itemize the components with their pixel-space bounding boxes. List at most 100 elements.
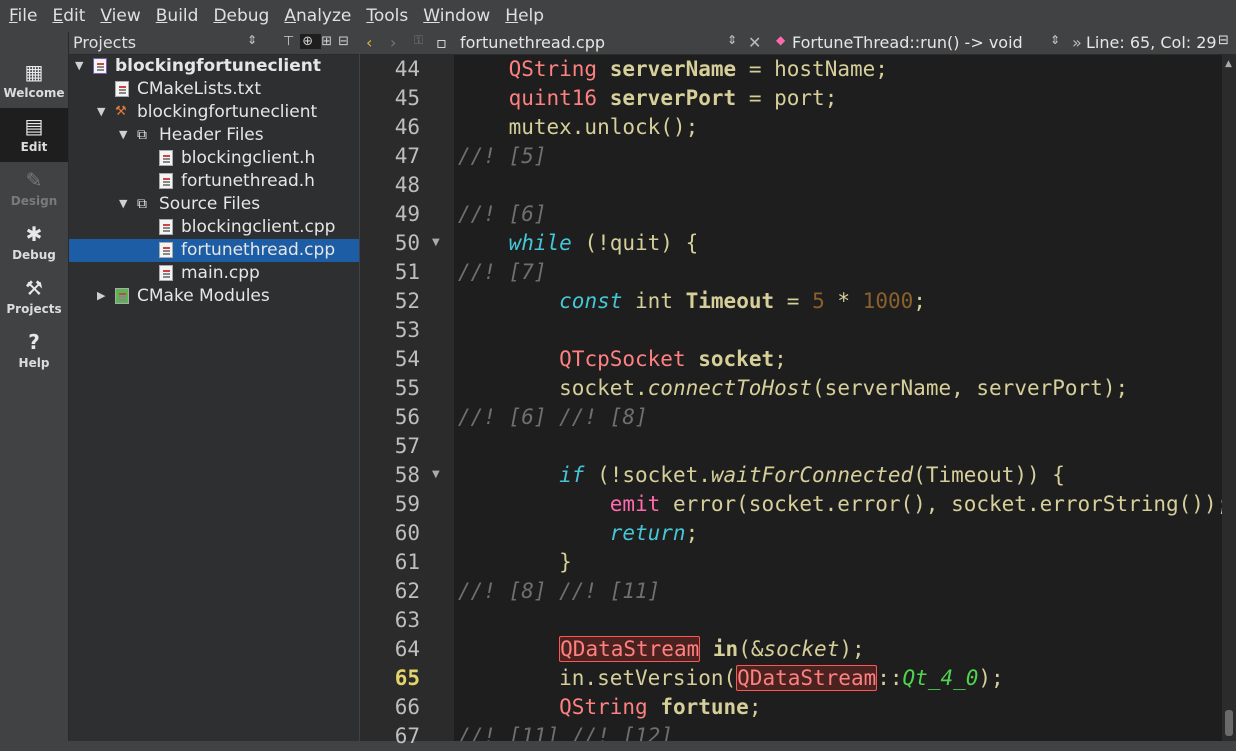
- project-tree: ▼ blockingfortuneclient CMakeLists.txt ▼ ⚒ bl…: [69, 55, 359, 741]
- mode-welcome[interactable]: ▦ Welcome: [0, 54, 68, 108]
- tree-item[interactable]: ▶ CMake Modules: [69, 285, 359, 308]
- menu-edit[interactable]: Edit: [52, 6, 85, 26]
- wrench-icon: ⚒: [25, 276, 43, 300]
- link-with-editor-icon[interactable]: ⊕: [300, 34, 322, 49]
- tree-item-label: blockingclient.h: [181, 148, 316, 168]
- menu-help[interactable]: Help: [505, 6, 544, 26]
- tree-item[interactable]: main.cpp: [69, 262, 359, 285]
- line-number: 49: [394, 202, 420, 226]
- line-number: 44: [394, 57, 420, 81]
- menu-view[interactable]: View: [100, 6, 140, 26]
- filter-icon[interactable]: ⊤: [283, 34, 300, 49]
- fold-marker-icon[interactable]: ▼: [432, 237, 440, 248]
- tree-item[interactable]: ▼ ⧉ Header Files: [69, 124, 359, 147]
- menu-build[interactable]: Build: [156, 6, 199, 26]
- mode-label: Welcome: [3, 86, 65, 100]
- tree-item[interactable]: blockingclient.cpp: [69, 216, 359, 239]
- code-line: return;: [609, 521, 699, 545]
- menu-bar: File Edit View Build Debug Analyze Tools Window…: [0, 0, 1236, 32]
- mode-help[interactable]: ? Help: [0, 324, 68, 378]
- mode-design[interactable]: ✎ Design: [0, 162, 68, 216]
- code-line: QTcpSocket socket;: [559, 347, 787, 371]
- line-number: 63: [394, 608, 420, 632]
- tree-item[interactable]: CMakeLists.txt: [69, 78, 359, 101]
- line-number: 62: [394, 579, 420, 603]
- cmake-file-icon: [115, 81, 129, 97]
- folder-icon: ⧉: [137, 127, 147, 143]
- code-line: //! [8] //! [11]: [458, 579, 661, 603]
- forward-icon[interactable]: ›: [390, 33, 396, 52]
- tree-item-label: fortunethread.h: [181, 171, 315, 191]
- projects-toolbar: ⊤ ⊕ ⊞⊟: [283, 34, 355, 49]
- code-line: QDataStream in(&socket);: [559, 636, 865, 662]
- mode-edit[interactable]: ▤ Edit: [0, 108, 68, 162]
- line-number: 64: [394, 637, 420, 661]
- split-icon[interactable]: ⊞: [321, 34, 338, 49]
- mode-debug[interactable]: ✱ Debug: [0, 216, 68, 270]
- line-number: 54: [394, 347, 420, 371]
- toolbar-separator-icon: »: [1072, 33, 1082, 52]
- code-line: //! [6] //! [8]: [458, 405, 648, 429]
- code-line: QString fortune;: [559, 695, 762, 719]
- line-number: 48: [394, 173, 420, 197]
- open-file-selector[interactable]: fortunethread.cpp: [460, 33, 605, 52]
- scroll-up-icon[interactable]: ▲: [1225, 59, 1232, 69]
- projects-pane-header: Projects ⇕ ⊤ ⊕ ⊞⊟: [69, 32, 359, 55]
- tree-item-label: blockingfortuneclient: [115, 56, 321, 76]
- tree-item[interactable]: ▼ blockingfortuneclient: [69, 55, 359, 78]
- tree-item[interactable]: ▼ ⧉ Source Files: [69, 193, 359, 216]
- code-editor[interactable]: QString serverName = hostName; quint16 s…: [454, 55, 1222, 741]
- menu-debug[interactable]: Debug: [213, 6, 269, 26]
- expanded-arrow-icon[interactable]: ▼: [75, 55, 87, 77]
- mode-label: Projects: [6, 302, 62, 316]
- code-line: //! [5]: [458, 144, 547, 168]
- code-line: const int Timeout = 5 * 1000;: [559, 289, 926, 313]
- hammer-icon: ⚒: [115, 104, 127, 119]
- tree-item[interactable]: blockingclient.h: [69, 147, 359, 170]
- close-pane-icon[interactable]: ⊟: [338, 34, 355, 49]
- cpp-file-icon: [159, 242, 173, 258]
- line-number: 51: [394, 260, 420, 284]
- edit-document-icon: ▤: [24, 114, 44, 138]
- symbol-dropdown-icon[interactable]: ⇕: [1050, 33, 1060, 47]
- tree-item[interactable]: fortunethread.h: [69, 170, 359, 193]
- bug-icon: ✱: [25, 222, 43, 246]
- code-line: socket.connectToHost(serverName, serverP…: [458, 376, 1129, 400]
- code-line: }: [458, 550, 572, 574]
- cmake-project-icon: [93, 58, 107, 74]
- back-icon[interactable]: ‹: [366, 33, 372, 52]
- menu-analyze[interactable]: Analyze: [284, 6, 351, 26]
- file-type-icon: ▫: [436, 33, 447, 52]
- line-number: 56: [394, 405, 420, 429]
- expanded-arrow-icon[interactable]: ▼: [119, 124, 131, 146]
- fold-marker-icon[interactable]: ▼: [432, 469, 440, 480]
- menu-file[interactable]: File: [9, 6, 37, 26]
- symbol-icon: ◆: [776, 33, 786, 47]
- cursor-position[interactable]: Line: 65, Col: 29: [1086, 33, 1217, 52]
- close-document-icon[interactable]: ✕: [748, 33, 761, 52]
- tree-item[interactable]: ▼ ⚒ blockingfortuneclient: [69, 101, 359, 124]
- expanded-arrow-icon[interactable]: ▼: [97, 101, 109, 123]
- vertical-scrollbar[interactable]: ▲: [1222, 55, 1236, 741]
- scrollbar-handle[interactable]: [1225, 710, 1233, 736]
- line-number: 58: [394, 463, 420, 487]
- tree-item[interactable]: fortunethread.cpp: [69, 239, 359, 262]
- code-line: QString serverName = hostName;: [508, 57, 888, 81]
- expanded-arrow-icon[interactable]: ▼: [119, 193, 131, 215]
- mode-projects[interactable]: ⚒ Projects: [0, 270, 68, 324]
- file-dropdown-icon[interactable]: ⇕: [727, 33, 737, 47]
- projects-view-select[interactable]: Projects: [73, 33, 136, 52]
- line-number: 59: [394, 492, 420, 516]
- menu-tools[interactable]: Tools: [366, 6, 408, 26]
- view-dropdown-icon[interactable]: ⇕: [247, 33, 257, 47]
- split-editor-icon[interactable]: ⊟: [1218, 33, 1229, 48]
- collapsed-arrow-icon[interactable]: ▶: [97, 285, 109, 307]
- tree-item-label: main.cpp: [181, 263, 260, 283]
- symbol-selector[interactable]: FortuneThread::run() -> void: [792, 33, 1023, 52]
- tree-item-label: blockingfortuneclient: [137, 102, 318, 122]
- line-number: 57: [394, 434, 420, 458]
- tree-item-label: CMakeLists.txt: [137, 79, 262, 99]
- code-line: if (!socket.waitForConnected(Timeout)) {: [559, 463, 1065, 487]
- menu-window[interactable]: Window: [423, 6, 490, 26]
- code-line: //! [6]: [458, 202, 547, 226]
